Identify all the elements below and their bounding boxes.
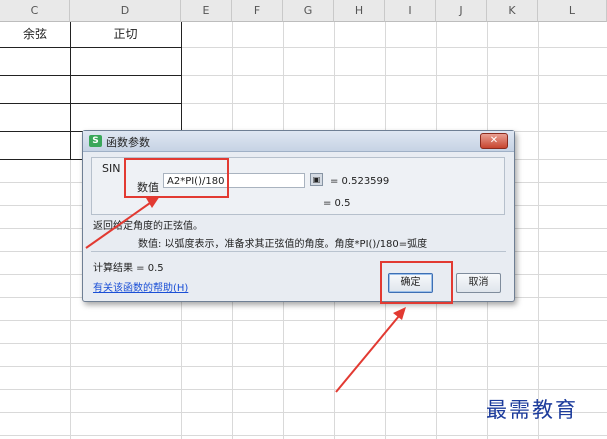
arrow-to-argument: [85, 202, 151, 249]
arrow-head-argument: [146, 196, 160, 208]
arrow-head-ok: [393, 307, 406, 320]
watermark-logo: 最需教育: [486, 398, 578, 422]
annotation-arrows: [85, 196, 406, 393]
arrow-to-ok: [335, 315, 400, 393]
